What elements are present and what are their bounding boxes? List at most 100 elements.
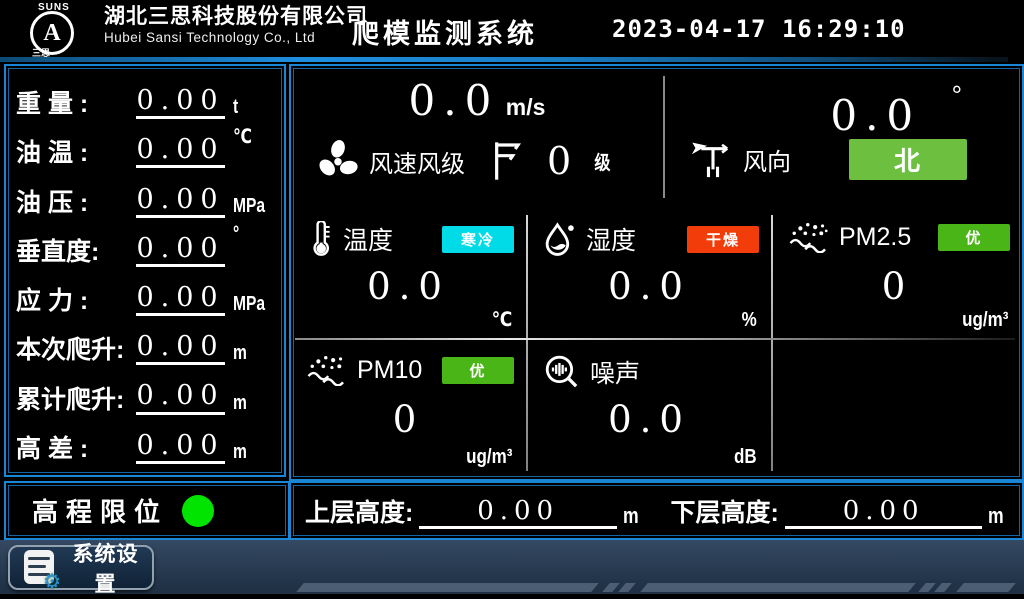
- wind-level-unit: 级: [595, 148, 611, 175]
- sensor-value: 0.0: [291, 265, 526, 308]
- metric-row-current-climb: 本次爬升: 0.00 m: [16, 321, 276, 365]
- wind-direction-label: 风向: [743, 142, 791, 177]
- upper-height-value: 0.00: [419, 497, 617, 529]
- wind-speed-value: 0.0: [409, 76, 500, 125]
- company-name-cn: 湖北三思科技股份有限公司: [104, 5, 368, 28]
- system-settings-button[interactable]: ⚙ 系统设置: [8, 545, 154, 590]
- status-badge: 优: [442, 357, 514, 384]
- status-badge: 寒冷: [442, 226, 514, 253]
- metric-value: 0.00: [136, 134, 224, 168]
- sensor-value: 0.0: [528, 265, 771, 308]
- metric-label: 高 差 :: [16, 434, 132, 464]
- upper-height-label: 上层高度:: [305, 493, 413, 529]
- wind-level-value: 0: [547, 142, 571, 180]
- metrics-panel: 重 量 : 0.00 t 油 温 : 0.00 ℃ 油 压 : 0.00 MPa…: [4, 64, 286, 477]
- company-name-en: Hubei Sansi Technology Co., Ltd: [104, 31, 368, 46]
- climbing-formwork-monitor: SUNS A 三思 湖北三思科技股份有限公司 Hubei Sansi Techn…: [0, 0, 1024, 599]
- wind-direction-button[interactable]: 北: [849, 139, 967, 180]
- company-name: 湖北三思科技股份有限公司 Hubei Sansi Technology Co.,…: [104, 5, 368, 46]
- sensor-unit: ℃: [488, 307, 512, 332]
- metric-value: 0.00: [136, 282, 224, 316]
- sensor-cell-pm25: PM2.5 优 0 ug/m³: [773, 207, 1022, 338]
- footer-stripe: [918, 583, 936, 592]
- elevation-limit-label: 高程限位: [32, 492, 168, 529]
- wind-direction-unit: °: [952, 80, 962, 110]
- settings-button-label: 系统设置: [65, 538, 146, 598]
- metric-label: 重 量 :: [16, 89, 132, 119]
- sensor-label: 噪声: [590, 354, 640, 390]
- sensor-label: PM10: [357, 356, 422, 385]
- metric-unit: MPa: [229, 195, 276, 218]
- sensor-cell-empty: [773, 340, 1022, 475]
- metric-row-oil-pressure: 油 压 : 0.00 MPa: [16, 174, 276, 218]
- metric-unit: m: [229, 342, 276, 365]
- metric-row-weight: 重 量 : 0.00 t: [16, 75, 276, 119]
- upper-height-group: 上层高度: 0.00 m: [291, 493, 657, 529]
- footer-stripe: [602, 583, 620, 592]
- footer-stripe: [934, 583, 952, 592]
- wind-speed-unit: m/s: [506, 94, 546, 120]
- elevation-limit-panel: 高程限位: [4, 481, 290, 540]
- wind-speed-label: 风速风级: [369, 144, 465, 179]
- page-title: 爬模监测系统: [352, 12, 538, 51]
- sensor-cell-pm10: PM10 优 0 ug/m³: [291, 340, 526, 475]
- metric-row-oil-temp: 油 温 : 0.00 ℃: [16, 124, 276, 168]
- footer-stripe: [296, 583, 599, 592]
- sensor-grid: 温度 寒冷 0.0 ℃ 湿度 干燥: [291, 207, 1022, 475]
- sensor-unit: ug/m³: [954, 309, 1008, 332]
- header-divider: [0, 57, 1008, 62]
- wind-direction-section: 0.0 ° 风向 北: [663, 66, 1022, 207]
- lower-height-label: 下层高度:: [671, 493, 779, 529]
- sensor-unit: dB: [730, 446, 757, 469]
- footer-stripe: [640, 583, 916, 592]
- metric-label: 应 力 :: [16, 286, 132, 316]
- metric-unit: ℃: [229, 124, 276, 149]
- metric-value: 0.00: [136, 380, 224, 414]
- metric-value: 0.00: [136, 331, 224, 365]
- metric-row-height-diff: 高 差 : 0.00 m: [16, 420, 276, 464]
- sensor-label: 温度: [343, 221, 393, 257]
- sensor-label: PM2.5: [839, 223, 911, 252]
- wind-speed-readout: 0.0 m/s: [291, 80, 663, 122]
- wind-direction-readout: 0.0 °: [830, 80, 962, 137]
- lower-height-unit: m: [988, 503, 1004, 529]
- status-badge: 优: [938, 224, 1010, 251]
- metric-value: 0.00: [136, 430, 224, 464]
- footer-stripe: [618, 583, 636, 592]
- sliders-gear-icon: ⚙: [24, 550, 57, 586]
- lower-height-value: 0.00: [785, 497, 983, 529]
- metric-unit: m: [229, 441, 276, 464]
- sensor-cell-noise: 噪声 0.0 dB: [528, 340, 771, 475]
- footer-bottom-strip: [0, 594, 1024, 599]
- metric-label: 本次爬升:: [16, 335, 132, 365]
- metric-unit: °: [229, 223, 276, 246]
- metric-unit: MPa: [229, 293, 276, 316]
- status-badge: 干燥: [687, 226, 759, 253]
- sensor-value: 0: [773, 265, 1022, 308]
- company-logo-icon: SUNS A 三思: [24, 2, 100, 56]
- metric-label: 累计爬升:: [16, 385, 132, 415]
- droplet-icon: [544, 221, 576, 257]
- metric-value: 0.00: [136, 85, 224, 119]
- metric-unit: m: [229, 392, 276, 415]
- thermometer-icon: [307, 221, 333, 257]
- footer-bar: ⚙ 系统设置: [0, 540, 1024, 599]
- wind-vane-icon: [691, 138, 735, 180]
- metric-value: 0.00: [136, 233, 224, 267]
- environment-panel: 0.0 m/s 风速风级: [289, 64, 1024, 481]
- header: SUNS A 三思 湖北三思科技股份有限公司 Hubei Sansi Techn…: [0, 0, 1024, 57]
- wind-speed-section: 0.0 m/s 风速风级: [291, 66, 663, 207]
- noise-icon: [544, 354, 580, 390]
- wind-direction-value: 0.0: [830, 91, 921, 140]
- upper-height-unit: m: [623, 503, 639, 529]
- metric-label: 油 压 :: [16, 188, 132, 218]
- sensor-unit: %: [739, 309, 757, 332]
- metric-row-verticality: 垂直度: 0.00 °: [16, 223, 276, 267]
- metric-label: 垂直度:: [16, 237, 132, 267]
- sensor-cell-humidity: 湿度 干燥 0.0 %: [528, 207, 771, 338]
- datetime-display: 2023-04-17 16:29:10: [612, 15, 906, 43]
- metric-row-total-climb: 累计爬升: 0.00 m: [16, 371, 276, 415]
- fan-icon: [315, 138, 361, 184]
- wind-level-icon: [491, 141, 521, 181]
- dust-icon: [789, 221, 829, 253]
